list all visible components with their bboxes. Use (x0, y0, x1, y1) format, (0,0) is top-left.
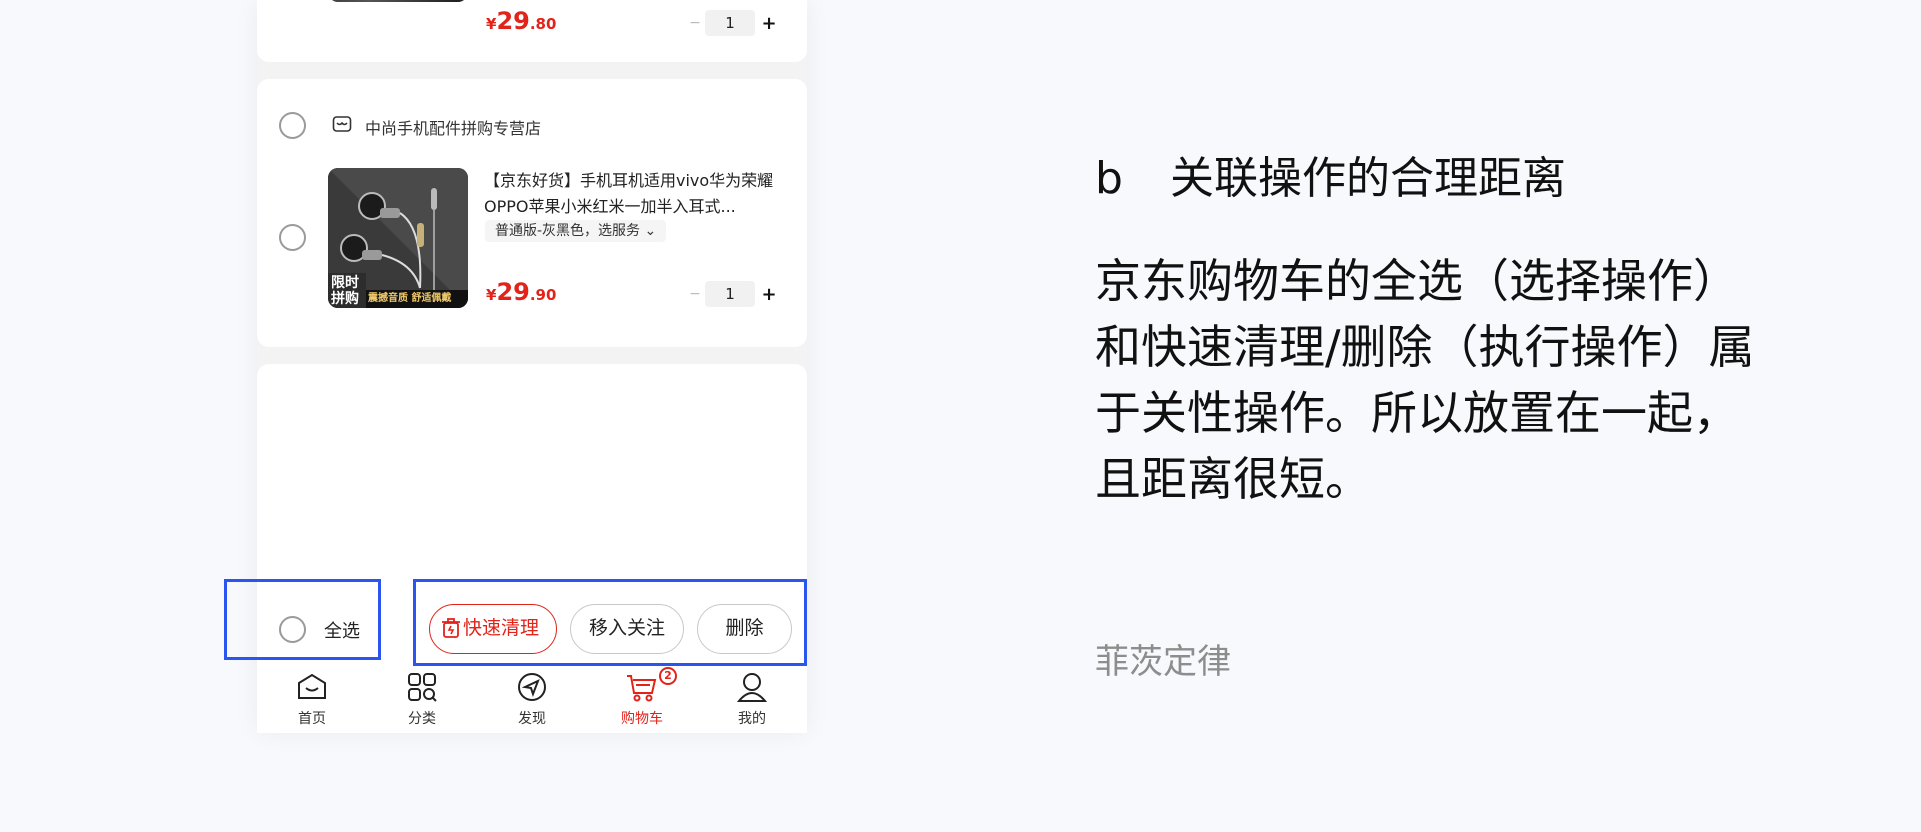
user-icon (736, 673, 768, 702)
tab-profile[interactable]: 我的 (697, 665, 807, 733)
decrease-button[interactable]: − (685, 286, 705, 302)
thumb-caption: 震撼音质 舒适佩戴 (368, 293, 452, 304)
item-quantity-stepper: − 1 + (685, 281, 783, 307)
discover-icon (518, 673, 546, 701)
cart-count-badge: 2 (659, 667, 677, 685)
quantity-field[interactable]: 1 (705, 281, 755, 307)
item-spec-selector[interactable]: 普通版-灰黑色，选服务 ⌄ (485, 220, 667, 242)
tab-cart[interactable]: 2 购物车 (587, 665, 697, 733)
home-icon (298, 673, 326, 699)
decrease-button[interactable]: − (685, 15, 705, 31)
cart-icon (627, 675, 657, 702)
item-price: ¥29.90 (486, 278, 557, 306)
category-icon (408, 673, 437, 702)
item-title[interactable]: 【京东好货】手机耳机适用vivo华为荣耀OPPO苹果小米红米一加半入耳式... (484, 168, 784, 220)
bottom-tab-bar: 首页 分类 发现 2 购物车 我的 (257, 665, 807, 733)
previous-item-card: ¥29.80 − 1 + (257, 0, 807, 62)
increase-button[interactable]: + (755, 284, 783, 305)
shop-select-radio[interactable] (279, 112, 306, 139)
heading-label: b (1095, 153, 1123, 204)
heading-text: 关联操作的合理距离 (1170, 153, 1566, 204)
item-select-radio[interactable] (279, 224, 306, 251)
shop-icon (332, 116, 352, 132)
shop-name[interactable]: 中尚手机配件拼购专营店 (365, 115, 541, 139)
panel-footer-note: 菲茨定律 (1095, 642, 1231, 682)
panel-heading: b 关联操作的合理距离 (1095, 142, 1566, 206)
quantity-field[interactable]: 1 (705, 10, 755, 36)
panel-body: 京东购物车的全选（选择操作）和快速清理/删除（执行操作）属于关性操作。所以放置在… (1095, 254, 1755, 506)
tab-home[interactable]: 首页 (257, 665, 367, 733)
previous-item-price: ¥29.80 (486, 7, 557, 35)
shop-card: 中尚手机配件拼购专营店 限时 拼购 震撼音质 舒适佩戴 【京东好货】手机耳机适用… (257, 79, 807, 347)
previous-item-thumbnail[interactable] (328, 0, 468, 2)
increase-button[interactable]: + (755, 13, 783, 34)
previous-item-quantity-stepper: − 1 + (685, 10, 783, 36)
action-buttons-highlight-box (413, 579, 807, 666)
thumb-badge: 限时 拼购 (331, 275, 359, 307)
tab-category[interactable]: 分类 (367, 665, 477, 733)
tab-discover[interactable]: 发现 (477, 665, 587, 733)
item-thumbnail[interactable]: 限时 拼购 震撼音质 舒适佩戴 (328, 168, 468, 308)
select-all-highlight-box (224, 579, 381, 660)
